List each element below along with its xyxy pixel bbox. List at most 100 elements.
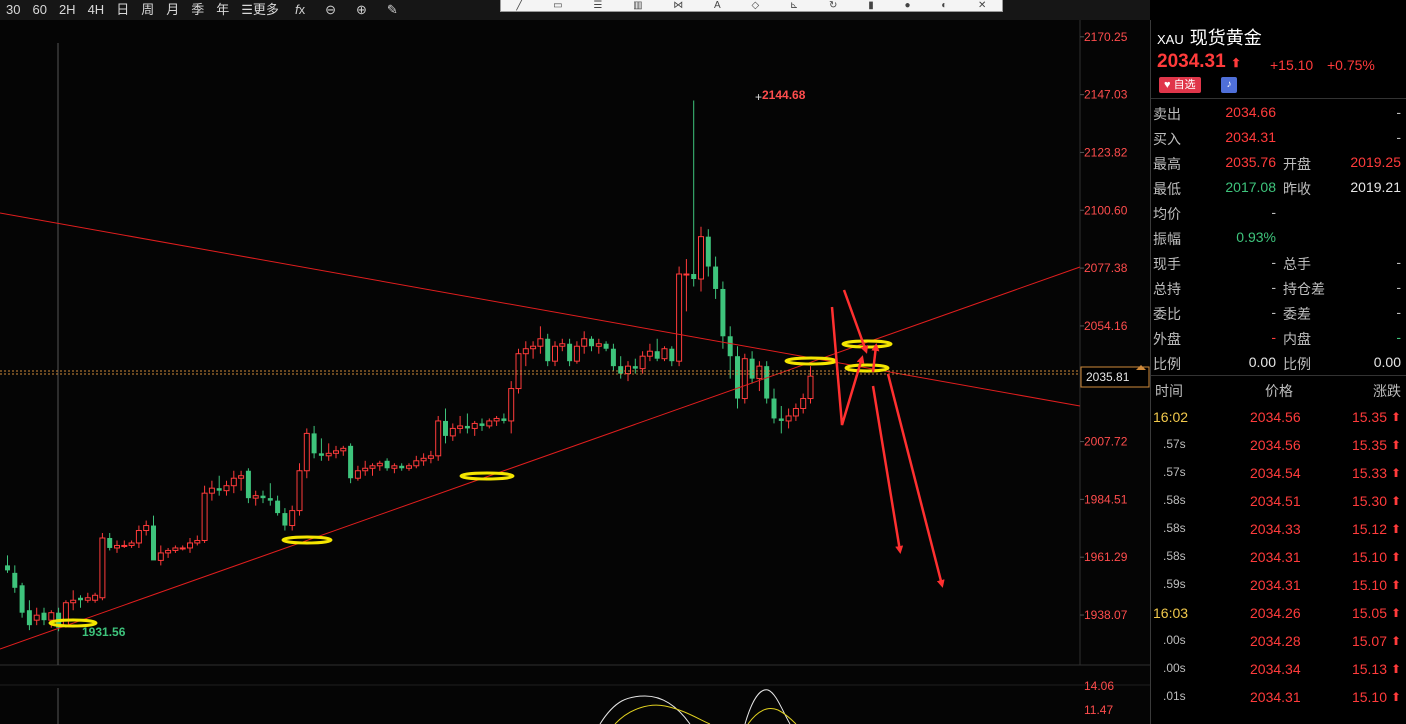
tick-time: .00s bbox=[1163, 633, 1186, 647]
candle-body bbox=[589, 338, 594, 347]
panel-divider-2 bbox=[1151, 375, 1406, 376]
up-arrow-icon: ⬆ bbox=[1390, 438, 1401, 452]
candle-body bbox=[625, 365, 631, 375]
gear-tool-icon[interactable]: ● bbox=[904, 0, 910, 11]
tick-price: 2034.51 bbox=[1250, 493, 1301, 509]
quote-value: 0.00 bbox=[1248, 354, 1276, 370]
up-arrow-icon: ⬆ bbox=[1230, 56, 1242, 70]
candle-body bbox=[735, 356, 740, 399]
last-price-value: 2034.31 bbox=[1157, 51, 1226, 72]
quote-label: 振幅 bbox=[1153, 231, 1181, 247]
candle-body bbox=[559, 343, 566, 347]
quote-label-2: 总手 bbox=[1283, 256, 1311, 272]
refresh-tool-icon[interactable]: ↻ bbox=[829, 0, 837, 11]
tick-row: .00s 2034.34 15.13 ⬆ bbox=[1151, 655, 1406, 683]
candle bbox=[676, 266, 683, 367]
tick-time: .57s bbox=[1163, 437, 1186, 451]
candle-body bbox=[362, 467, 369, 472]
zoom-out-icon[interactable]: ⊖ bbox=[315, 0, 346, 20]
up-arrow-icon: ⬆ bbox=[1390, 578, 1401, 592]
tick-header-price: 价格 bbox=[1265, 383, 1293, 399]
candle-body bbox=[348, 445, 354, 479]
zoom-in-icon[interactable]: ⊕ bbox=[346, 0, 377, 20]
quote-value-2: 2019.25 bbox=[1350, 154, 1401, 170]
tick-change: 15.35 bbox=[1351, 437, 1387, 453]
close-tool-icon[interactable]: ✕ bbox=[978, 0, 986, 11]
candle-body bbox=[275, 500, 281, 514]
candle-body bbox=[683, 273, 690, 276]
quote-row: 均价 - bbox=[1151, 200, 1406, 225]
quote-label-2: 昨收 bbox=[1283, 181, 1311, 197]
rect-tool-icon[interactable]: ▭ bbox=[553, 0, 562, 11]
candle-body bbox=[230, 477, 237, 487]
candle-body bbox=[369, 465, 376, 469]
quote-row: 比例 0.00 比例 0.00 bbox=[1151, 350, 1406, 375]
period-day[interactable]: 日 bbox=[110, 0, 135, 20]
quote-label: 总持 bbox=[1153, 281, 1181, 297]
up-arrow-icon: ⬆ bbox=[1390, 690, 1401, 704]
quote-value: 2017.08 bbox=[1225, 179, 1276, 195]
formula-icon[interactable]: fx bbox=[285, 0, 315, 20]
bell-icon[interactable]: ♪ bbox=[1221, 77, 1237, 93]
candle-body bbox=[267, 498, 273, 501]
candle-body bbox=[260, 495, 266, 499]
candle-body bbox=[223, 485, 230, 492]
quote-value-2: - bbox=[1396, 329, 1401, 345]
candle-body bbox=[303, 432, 310, 472]
candle-body bbox=[785, 415, 792, 422]
hline-tool-icon[interactable]: ☰ bbox=[593, 0, 602, 11]
period-week[interactable]: 周 bbox=[135, 0, 160, 20]
candle-body bbox=[537, 338, 544, 347]
candle-body bbox=[443, 420, 448, 436]
period-year[interactable]: 年 bbox=[210, 0, 235, 20]
quote-value-2: - bbox=[1396, 254, 1401, 270]
candle-body bbox=[603, 343, 609, 349]
candle-body bbox=[720, 288, 726, 337]
tag-tool-icon[interactable]: ◇ bbox=[751, 0, 759, 11]
pen-icon[interactable]: ✎ bbox=[377, 0, 408, 20]
candle bbox=[99, 533, 106, 601]
period-60[interactable]: 60 bbox=[26, 0, 52, 20]
period-2h[interactable]: 2H bbox=[53, 0, 82, 20]
tick-change: 15.05 bbox=[1351, 605, 1387, 621]
candle-body bbox=[325, 452, 332, 457]
add-favorite-button[interactable]: ♥ 自选 bbox=[1159, 77, 1201, 93]
period-month[interactable]: 月 bbox=[160, 0, 185, 20]
node-tool-icon[interactable]: ⋈ bbox=[673, 0, 683, 11]
quote-value: 0.93% bbox=[1236, 229, 1276, 245]
candle-body bbox=[457, 425, 464, 429]
period-quarter[interactable]: 季 bbox=[185, 0, 210, 20]
lock-tool-icon[interactable]: ▮ bbox=[868, 0, 874, 11]
instrument-name: 现货黄金 bbox=[1189, 28, 1262, 48]
menu-icon: ☰ bbox=[241, 2, 253, 17]
candle bbox=[303, 428, 310, 479]
tick-price: 2034.34 bbox=[1250, 661, 1301, 677]
candle-body bbox=[5, 565, 10, 571]
text-tool-icon[interactable]: A bbox=[714, 0, 721, 11]
candle-body bbox=[508, 388, 515, 422]
up-arrow-icon: ⬆ bbox=[1390, 466, 1401, 480]
tick-header-change: 涨跌 bbox=[1373, 383, 1401, 399]
candle-body bbox=[78, 597, 83, 601]
tick-change: 15.13 bbox=[1351, 661, 1387, 677]
line-tool-icon[interactable]: ╱ bbox=[516, 0, 522, 11]
y-tick-label-10: 1938.07 bbox=[1084, 608, 1128, 622]
measure-tool-icon[interactable]: ⊾ bbox=[790, 0, 798, 11]
eye-tool-icon[interactable]: ◐ bbox=[941, 0, 947, 11]
candle-body bbox=[479, 423, 485, 426]
candlestick-chart[interactable]: 2170.25 2147.03 2123.82 2100.60 2077.38 2054.… bbox=[0, 20, 1150, 724]
period-4h[interactable]: 4H bbox=[82, 0, 111, 20]
quote-value: 2035.76 bbox=[1225, 154, 1276, 170]
more-button[interactable]: ☰更多 bbox=[235, 0, 285, 20]
candle-body bbox=[26, 610, 32, 626]
candle-body bbox=[486, 420, 493, 427]
candle-body bbox=[698, 236, 704, 280]
candle-body bbox=[135, 530, 142, 544]
bars-tool-icon[interactable]: ▥ bbox=[633, 0, 642, 11]
y-tick-label-5: 2054.16 bbox=[1084, 319, 1128, 333]
tick-price: 2034.28 bbox=[1250, 633, 1301, 649]
period-30[interactable]: 30 bbox=[0, 0, 26, 20]
price-change: +15.10 bbox=[1270, 57, 1314, 73]
y-tick-label-0: 2170.25 bbox=[1084, 30, 1128, 44]
candle-body bbox=[340, 447, 347, 452]
